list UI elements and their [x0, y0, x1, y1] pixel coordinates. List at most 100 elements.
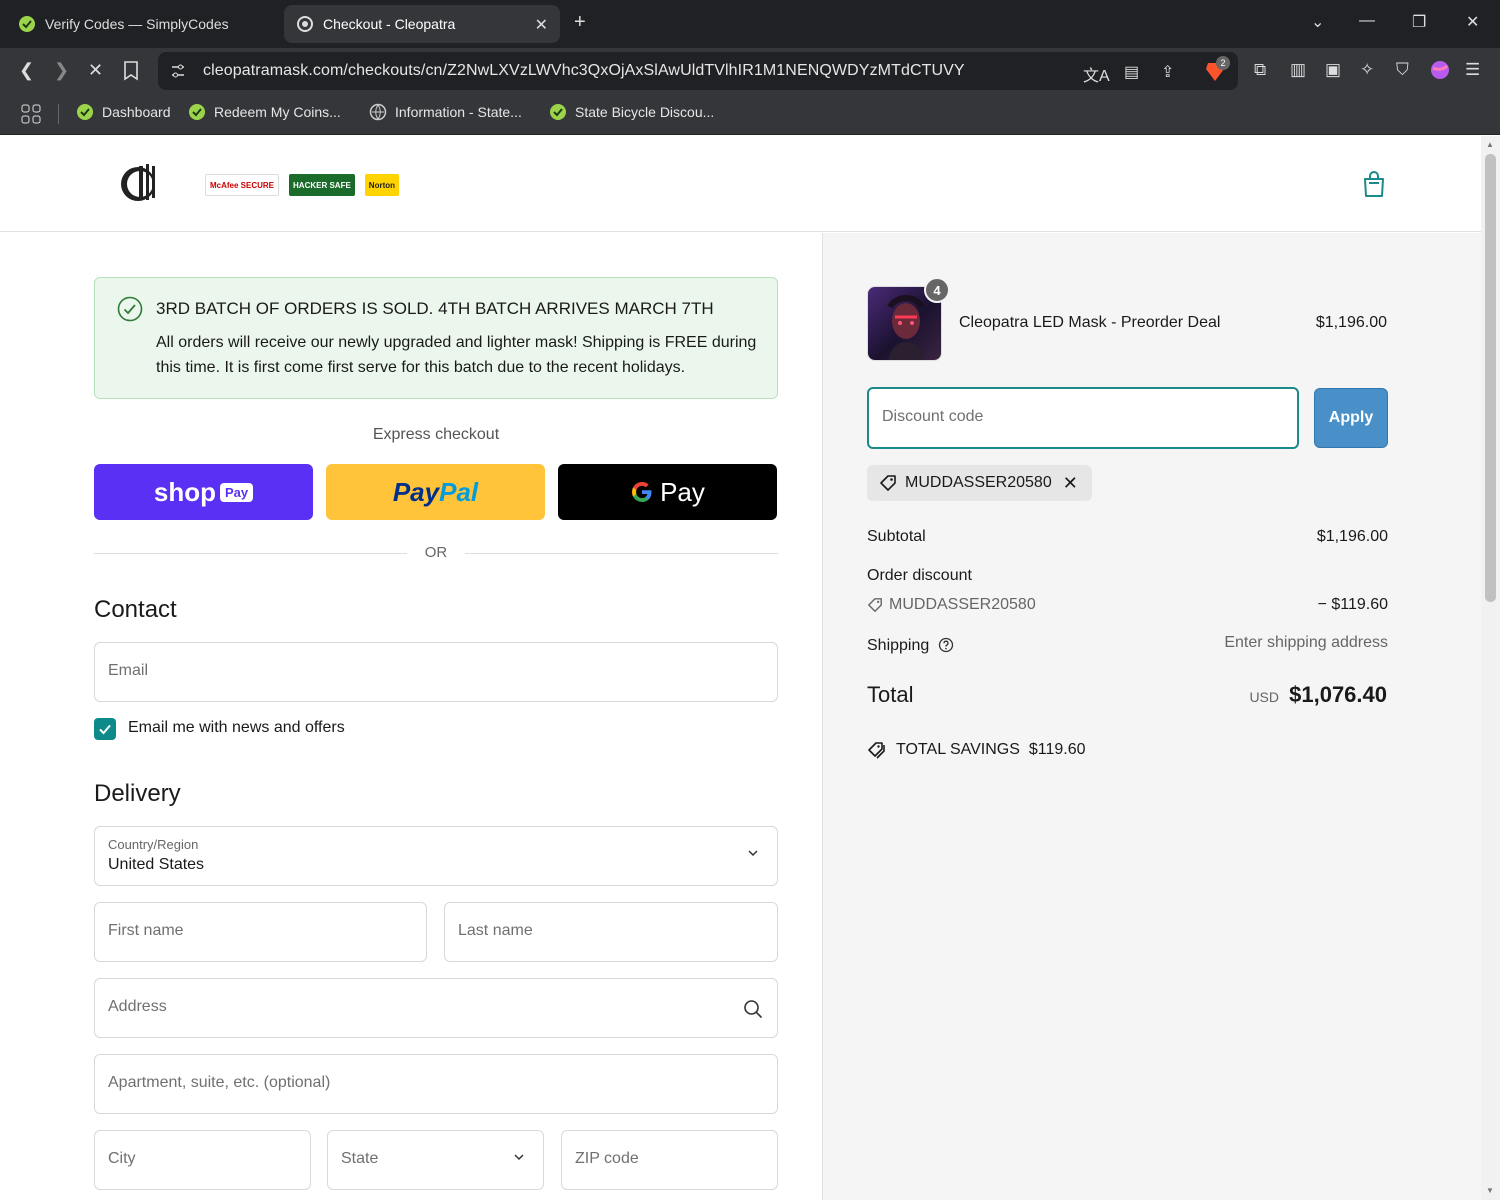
sidebar-icon[interactable]: ▥: [1290, 60, 1306, 80]
apply-button[interactable]: Apply: [1314, 388, 1388, 448]
search-icon[interactable]: [743, 999, 763, 1019]
city-field[interactable]: City: [94, 1130, 311, 1190]
check-circle-icon: [117, 296, 143, 322]
checkmark-icon: [99, 724, 111, 735]
address-field[interactable]: Address: [94, 978, 778, 1038]
applied-code-text: MUDDASSER20580: [905, 474, 1052, 491]
google-pay-button[interactable]: Pay: [558, 464, 777, 520]
discount-code-input[interactable]: Discount code: [867, 387, 1299, 449]
apartment-field[interactable]: Apartment, suite, etc. (optional): [94, 1054, 778, 1114]
product-price: $1,196.00: [1315, 314, 1387, 331]
remove-code-icon[interactable]: ✕: [1063, 473, 1078, 494]
reader-mode-icon[interactable]: ▤: [1124, 62, 1139, 82]
tab-checkout[interactable]: Checkout - Cleopatra ✕: [284, 5, 560, 43]
checkout-form: 3RD BATCH OF ORDERS IS SOLD. 4TH BATCH A…: [0, 233, 822, 1200]
country-select[interactable]: Country/Region United States: [94, 826, 778, 886]
tab-title: Verify Codes — SimplyCodes: [45, 16, 229, 32]
hacker-safe-badge: HACKER SAFE: [289, 174, 355, 196]
page-scrollbar[interactable]: ▲ ▼: [1481, 136, 1500, 1200]
bookmark-redeem[interactable]: Redeem My Coins...: [188, 103, 341, 121]
scroll-thumb[interactable]: [1485, 154, 1496, 602]
zip-placeholder: ZIP code: [575, 1150, 639, 1167]
shopping-bag-icon[interactable]: [1362, 170, 1386, 198]
site-settings-icon[interactable]: [170, 63, 186, 79]
apps-grid-icon[interactable]: [21, 104, 41, 124]
close-window-icon[interactable]: ✕: [1466, 12, 1479, 32]
subtotal-label: Subtotal: [867, 528, 926, 545]
new-tab-icon[interactable]: +: [574, 11, 586, 34]
simplycodes-icon: [189, 104, 205, 120]
bookmarks-divider: [58, 104, 59, 124]
site-header: McAfee SECURE HACKER SAFE Norton: [0, 136, 1481, 232]
total-value: $1,076.40: [1289, 682, 1387, 707]
shipping-value: Enter shipping address: [1224, 634, 1388, 651]
shop-pay-tag: Pay: [219, 482, 254, 502]
total-currency: USD: [1249, 689, 1279, 705]
close-tab-icon[interactable]: ✕: [535, 15, 548, 35]
vpn-icon[interactable]: ⛉: [1396, 60, 1409, 80]
last-name-placeholder: Last name: [458, 922, 533, 939]
newsletter-label: Email me with news and offers: [128, 719, 345, 736]
bookmark-label: Dashboard: [102, 104, 171, 120]
simplycodes-icon: [19, 16, 35, 32]
norton-badge: Norton: [364, 174, 400, 196]
zip-field[interactable]: ZIP code: [561, 1130, 778, 1190]
paypal-wordmark-b: Pal: [439, 476, 479, 507]
trust-badges: McAfee SECURE HACKER SAFE Norton: [205, 174, 400, 196]
bookmark-label: Information - State...: [395, 104, 522, 120]
bookmark-state-bicycle[interactable]: State Bicycle Discou...: [549, 103, 714, 121]
tab-list-chevron-icon[interactable]: ⌄: [1311, 12, 1324, 32]
bookmark-dashboard[interactable]: Dashboard: [76, 103, 171, 121]
checkout-page: McAfee SECURE HACKER SAFE Norton 3RD BAT…: [0, 136, 1481, 1200]
extensions-icon[interactable]: ⧉: [1254, 60, 1266, 80]
paypal-wordmark-a: Pay: [392, 476, 440, 507]
address-bar[interactable]: cleopatramask.com/checkouts/cn/Z2NwLXVzL…: [158, 52, 1238, 90]
paypal-button[interactable]: Pay Pal: [326, 464, 545, 520]
help-icon[interactable]: [938, 637, 954, 653]
first-name-field[interactable]: First name: [94, 902, 427, 962]
first-name-placeholder: First name: [108, 922, 184, 939]
total-savings: TOTAL SAVINGS $119.60: [867, 740, 1086, 760]
savings-label: TOTAL SAVINGS: [896, 741, 1020, 758]
menu-icon[interactable]: ☰: [1465, 60, 1480, 80]
shipping-row: Shipping Enter shipping address: [867, 634, 1388, 655]
forward-icon[interactable]: ❯: [54, 60, 69, 81]
restore-icon[interactable]: ❐: [1412, 12, 1426, 32]
scroll-down-icon[interactable]: ▼: [1486, 1186, 1494, 1195]
browser-tab-bar: Verify Codes — SimplyCodes Checkout - Cl…: [0, 0, 1500, 48]
translate-icon[interactable]: 文A: [1083, 62, 1110, 86]
stop-icon[interactable]: ✕: [88, 60, 103, 81]
country-label: Country/Region: [108, 837, 199, 852]
address-placeholder: Address: [108, 998, 167, 1015]
shop-pay-button[interactable]: shop Pay: [94, 464, 313, 520]
tab-verify-codes[interactable]: Verify Codes — SimplyCodes: [6, 5, 276, 43]
google-g-icon: [632, 481, 652, 503]
bookmark-label: State Bicycle Discou...: [575, 104, 715, 120]
url-text: cleopatramask.com/checkouts/cn/Z2NwLXVzL…: [203, 62, 965, 79]
tag-icon: [880, 475, 896, 491]
applied-code-chip: MUDDASSER20580 ✕: [867, 465, 1092, 501]
scroll-up-icon[interactable]: ▲: [1486, 140, 1494, 149]
browser-toolbar: ❮ ❯ ✕ cleopatramask.com/checkouts/cn/Z2N…: [0, 48, 1500, 94]
share-icon[interactable]: ⇪: [1161, 62, 1174, 82]
product-name: Cleopatra LED Mask - Preorder Deal: [959, 314, 1221, 331]
cleopatra-logo-icon[interactable]: [118, 160, 164, 206]
total-label: Total: [867, 682, 914, 707]
email-field[interactable]: Email: [94, 642, 778, 702]
state-select[interactable]: State: [327, 1130, 544, 1190]
bookmark-icon[interactable]: [123, 61, 139, 81]
apartment-placeholder: Apartment, suite, etc. (optional): [108, 1074, 331, 1091]
wallet-icon[interactable]: ▣: [1325, 60, 1341, 80]
globe-icon: [369, 103, 387, 121]
batch-notice: 3RD BATCH OF ORDERS IS SOLD. 4TH BATCH A…: [94, 277, 778, 399]
rewards-icon[interactable]: [1430, 60, 1450, 80]
newsletter-checkbox[interactable]: [94, 718, 116, 740]
discount-placeholder: Discount code: [882, 408, 984, 425]
last-name-field[interactable]: Last name: [444, 902, 778, 962]
notice-title: 3RD BATCH OF ORDERS IS SOLD. 4TH BATCH A…: [156, 299, 714, 318]
leo-ai-icon[interactable]: ✧: [1360, 60, 1374, 80]
minimize-icon[interactable]: —: [1359, 12, 1375, 30]
notice-body: All orders will receive our newly upgrad…: [156, 334, 757, 376]
back-icon[interactable]: ❮: [19, 60, 34, 81]
bookmark-information[interactable]: Information - State...: [369, 103, 522, 121]
